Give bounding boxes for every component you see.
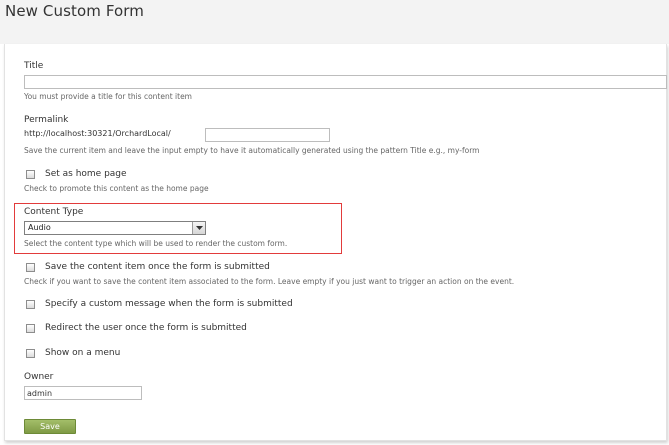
- permalink-input[interactable]: [205, 128, 330, 142]
- permalink-label: Permalink: [24, 115, 69, 125]
- custom-message-checkbox[interactable]: [26, 300, 35, 309]
- content-type-hint: Select the content type which will be us…: [24, 239, 288, 248]
- redirect-checkbox[interactable]: [26, 324, 35, 333]
- save-item-checkbox[interactable]: [26, 263, 35, 272]
- save-button[interactable]: Save: [24, 419, 76, 434]
- title-input[interactable]: [24, 75, 667, 89]
- show-menu-checkbox[interactable]: [26, 349, 35, 358]
- title-hint: You must provide a title for this conten…: [24, 92, 192, 101]
- owner-label: Owner: [24, 372, 54, 382]
- permalink-prefix: http://localhost:30321/OrchardLocal/: [24, 129, 171, 138]
- permalink-hint: Save the current item and leave the inpu…: [24, 146, 480, 155]
- owner-input[interactable]: [24, 386, 142, 400]
- homepage-checkbox[interactable]: [26, 170, 35, 179]
- homepage-hint: Check to promote this content as the hom…: [24, 184, 209, 193]
- save-item-hint: Check if you want to save the content it…: [24, 277, 515, 286]
- content-type-selected: Audio: [28, 223, 51, 232]
- page-header: New Custom Form: [0, 0, 669, 44]
- title-label: Title: [24, 61, 44, 71]
- content-type-label: Content Type: [24, 207, 84, 217]
- dropdown-arrow-icon[interactable]: [192, 222, 205, 234]
- homepage-label: Set as home page: [45, 169, 127, 179]
- content-type-select[interactable]: Audio: [24, 221, 206, 235]
- save-item-label: Save the content item once the form is s…: [45, 262, 270, 272]
- page-title: New Custom Form: [5, 2, 145, 20]
- custom-message-label: Specify a custom message when the form i…: [45, 299, 293, 309]
- show-menu-label: Show on a menu: [45, 348, 121, 358]
- redirect-label: Redirect the user once the form is submi…: [45, 323, 247, 333]
